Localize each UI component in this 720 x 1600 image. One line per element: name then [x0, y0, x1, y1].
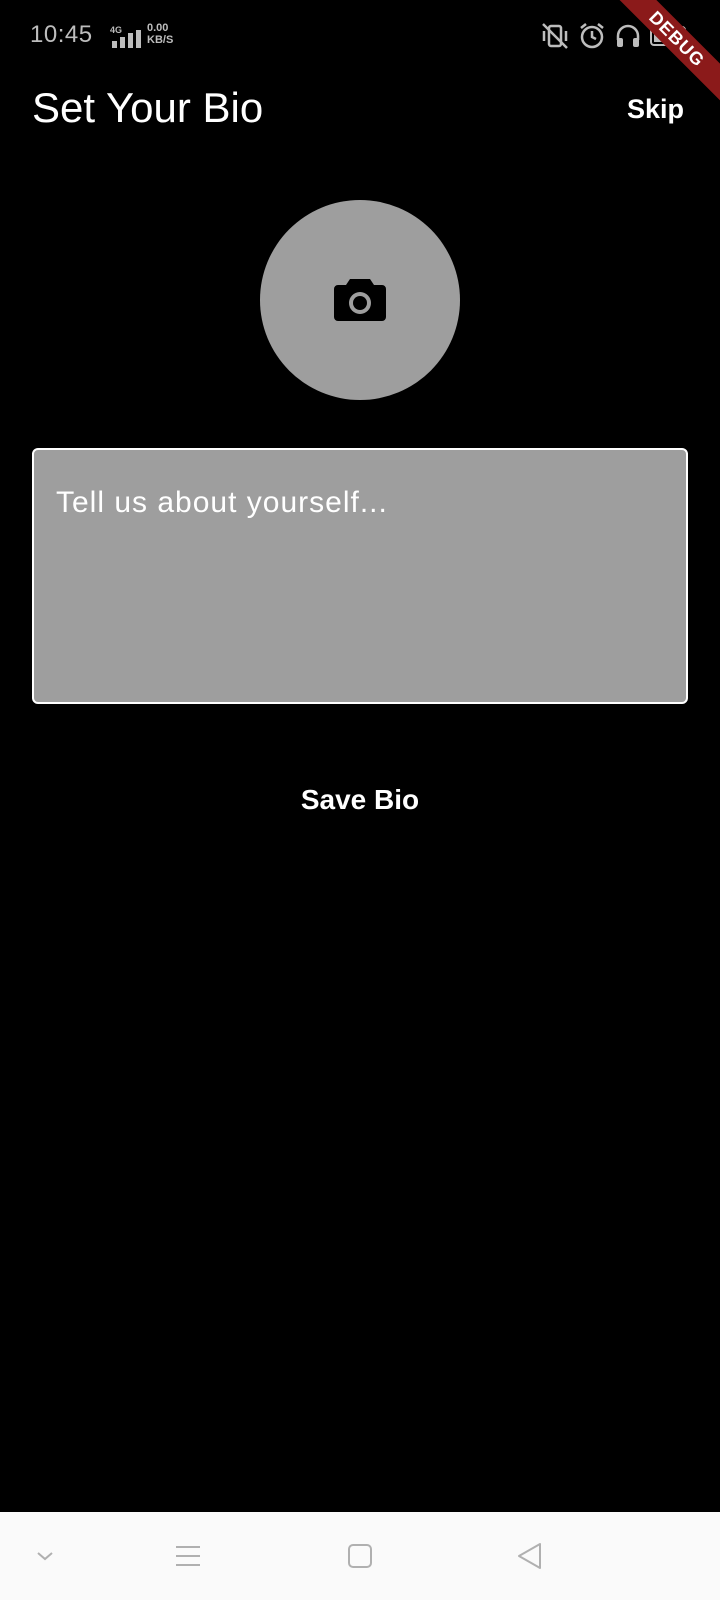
signal-indicator: 4G: [102, 24, 142, 48]
menu-icon[interactable]: [168, 1536, 208, 1576]
bio-input[interactable]: [32, 448, 688, 704]
save-bio-button[interactable]: Save Bio: [260, 776, 460, 824]
speed-unit: KB/S: [147, 34, 174, 46]
home-square-icon[interactable]: [340, 1536, 380, 1576]
chevron-down-icon[interactable]: [25, 1536, 65, 1576]
avatar-picker[interactable]: [260, 200, 460, 400]
skip-button[interactable]: Skip: [627, 94, 684, 125]
vibrate-off-icon: [540, 22, 570, 50]
headphones-icon: [614, 22, 642, 50]
alarm-icon: [578, 22, 606, 50]
network-speed: 0.00 KB/S: [147, 22, 187, 46]
status-bar: 10:45 4G 0.00 KB/S: [0, 0, 720, 72]
camera-icon: [334, 275, 386, 326]
speed-value: 0.00: [147, 22, 169, 34]
status-time: 10:45: [30, 21, 93, 48]
navigation-bar: [0, 1512, 720, 1600]
page-title: Set Your Bio: [32, 84, 264, 131]
signal-bars-icon: [112, 30, 142, 48]
back-triangle-icon[interactable]: [510, 1536, 550, 1576]
